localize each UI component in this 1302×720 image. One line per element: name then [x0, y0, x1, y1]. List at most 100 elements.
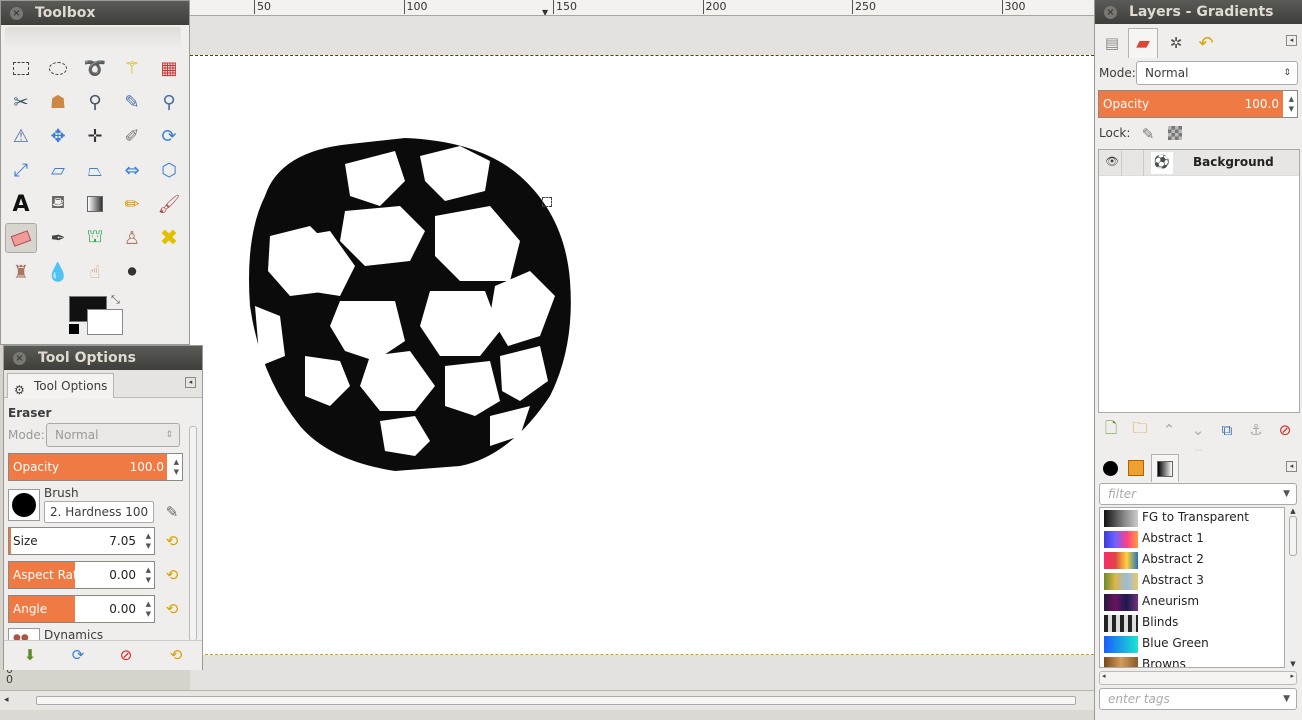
flip-icon[interactable]: ⇔ — [116, 155, 148, 185]
raise-layer-icon[interactable]: ⌃ — [1159, 420, 1179, 440]
scissors-icon[interactable]: ✂ — [5, 87, 37, 117]
airbrush-icon[interactable]: ✒ — [42, 223, 74, 253]
swap-colors-icon[interactable]: ⤡ — [111, 293, 120, 307]
spin-arrows-icon[interactable]: ▲ ▼ — [174, 457, 179, 477]
opacity-slider[interactable]: Opacity 100.0 ▲ ▼ — [8, 453, 183, 481]
anchor-layer-icon[interactable]: ⚓ — [1246, 420, 1266, 440]
default-colors-icon[interactable] — [69, 324, 79, 334]
tab-menu-icon[interactable]: ◂ — [1286, 35, 1297, 46]
smudge-icon[interactable]: ☝ — [79, 257, 111, 287]
edit-brush-icon[interactable]: ✎ — [162, 502, 182, 522]
gradient-item[interactable]: Blue Green — [1100, 634, 1284, 655]
gradient-item[interactable]: Abstract 2 — [1100, 550, 1284, 571]
restore-preset-icon[interactable]: ⟳ — [68, 645, 88, 665]
color-picker-icon[interactable]: ✎ — [116, 87, 148, 117]
reset-size-icon[interactable]: ⟲ — [162, 531, 182, 551]
delete-layer-icon[interactable]: ⊘ — [1275, 420, 1295, 440]
ink-icon[interactable]: ⛫ — [79, 223, 111, 253]
perspective-clone-icon[interactable]: ♜ — [5, 257, 37, 287]
brush-name-field[interactable]: 2. Hardness 100 — [44, 501, 154, 523]
blend-icon[interactable] — [79, 189, 111, 219]
zoom-icon[interactable]: ⚲ — [153, 87, 185, 117]
measure-icon[interactable]: ⚠ — [5, 121, 37, 151]
lock-alpha-icon[interactable] — [1168, 126, 1182, 140]
fuzzy-select-icon[interactable]: ⚚ — [116, 53, 148, 83]
ellipse-select-icon[interactable] — [42, 53, 74, 83]
eraser-icon[interactable] — [5, 223, 37, 253]
layers-list[interactable]: 👁 ⚽ Background — [1098, 149, 1300, 413]
gradient-tags-input[interactable]: enter tags ▼ — [1099, 688, 1297, 710]
color-select-icon[interactable]: ▦ — [153, 53, 185, 83]
paintbrush-icon[interactable]: 🖌 — [153, 189, 185, 219]
shear-icon[interactable]: ▱ — [42, 155, 74, 185]
gradient-item[interactable]: Abstract 3 — [1100, 571, 1284, 592]
gradients-tab-icon[interactable] — [1151, 454, 1179, 482]
save-preset-icon[interactable]: ⬇ — [20, 645, 40, 665]
rotate-icon[interactable]: ⟳ — [153, 121, 185, 151]
undo-history-tab-icon[interactable]: ↶ — [1193, 31, 1219, 55]
gradients-scrollbar[interactable]: ▲ ▼ — [1287, 507, 1299, 668]
layer-row[interactable]: 👁 ⚽ Background — [1099, 150, 1299, 176]
text-tool-icon[interactable]: A — [5, 189, 37, 219]
angle-slider[interactable]: Angle 0.00 ▲ ▼ — [8, 595, 155, 623]
size-slider[interactable]: Size 7.05 ▲ ▼ — [8, 527, 155, 555]
crop-icon[interactable]: ✐ — [116, 121, 148, 151]
scale-icon[interactable]: ⤢ — [5, 155, 37, 185]
move-icon[interactable]: ✥ — [42, 121, 74, 151]
gradients-list[interactable]: FG to Transparent Abstract 1 Abstract 2 Abs… — [1099, 507, 1285, 668]
image-canvas[interactable] — [190, 55, 1094, 655]
eye-icon[interactable]: 👁 — [1105, 155, 1119, 168]
gradient-item[interactable]: FG to Transparent — [1100, 508, 1284, 529]
clone-icon[interactable]: ♙ — [116, 223, 148, 253]
channels-tab-icon[interactable]: ▰ — [1128, 28, 1158, 58]
align-icon[interactable]: ✛ — [79, 121, 111, 151]
gradients-hscrollbar[interactable]: ◂ ▸ — [1099, 671, 1297, 685]
cage-transform-icon[interactable]: ⬡ — [153, 155, 185, 185]
layer-mode-select[interactable]: Normal ⇕ — [1136, 61, 1298, 85]
foreground-select-icon[interactable]: ☗ — [42, 87, 74, 117]
heal-icon[interactable]: ✖ — [153, 223, 185, 253]
layer-name[interactable]: Background — [1193, 155, 1274, 169]
pencil-icon[interactable]: ✏ — [116, 189, 148, 219]
layer-opacity-slider[interactable]: Opacity 100.0 ▲ ▼ — [1098, 90, 1298, 118]
free-select-icon[interactable]: ➰ — [79, 53, 111, 83]
dodge-burn-icon[interactable]: ⚫ — [116, 257, 148, 287]
rect-select-icon[interactable] — [5, 53, 37, 83]
aspect-ratio-slider[interactable]: Aspect Ratio 0.00 ▲ ▼ — [8, 561, 155, 589]
spin-arrows-icon[interactable]: ▲ ▼ — [146, 531, 151, 551]
gradient-filter-input[interactable]: filter ▼ — [1099, 483, 1297, 505]
tab-menu-icon[interactable]: ◂ — [185, 377, 196, 388]
reset-options-icon[interactable]: ⟲ — [166, 645, 186, 665]
canvas-area[interactable]: 50100150200250300350400450500550600▼ 0 0 — [0, 0, 1094, 720]
toolbox-titlebar[interactable]: × Toolbox — [1, 1, 189, 25]
spin-arrows-icon[interactable]: ▲ ▼ — [146, 565, 151, 585]
close-icon[interactable]: × — [10, 7, 23, 20]
close-icon[interactable]: × — [13, 352, 26, 365]
brush-preview[interactable] — [8, 489, 40, 521]
patterns-tab-icon[interactable] — [1125, 457, 1147, 479]
tab-menu-icon[interactable]: ◂ — [1286, 461, 1297, 472]
lock-pixels-icon[interactable]: ✎ — [1138, 124, 1158, 144]
spin-arrows-icon[interactable]: ▲ ▼ — [146, 599, 151, 619]
horizontal-ruler[interactable]: 50100150200250300350400450500550600▼ — [190, 0, 1094, 16]
delete-preset-icon[interactable]: ⊘ — [116, 645, 136, 665]
scroll-right-arrow-icon[interactable]: ▸ — [1290, 672, 1294, 680]
gradient-item[interactable]: Abstract 1 — [1100, 529, 1284, 550]
spin-arrows-icon[interactable]: ▲ ▼ — [1289, 94, 1294, 114]
paths-icon[interactable]: ⚲ — [79, 87, 111, 117]
mode-select[interactable]: Normal ⇕ — [46, 423, 180, 447]
lower-layer-icon[interactable]: ⌄ — [1188, 420, 1208, 440]
bucket-fill-icon[interactable]: ⛾ — [42, 189, 74, 219]
tool-options-scrollbar[interactable] — [189, 426, 197, 641]
perspective-icon[interactable]: ⏢ — [79, 155, 111, 185]
reset-aspect-icon[interactable]: ⟲ — [162, 565, 182, 585]
close-icon[interactable]: × — [1104, 6, 1117, 19]
gradient-item[interactable]: Browns — [1100, 655, 1284, 667]
brushes-tab-icon[interactable] — [1099, 457, 1121, 479]
gradient-item[interactable]: Blinds — [1100, 613, 1284, 634]
scrollbar-thumb[interactable] — [36, 696, 1076, 705]
horizontal-scrollbar[interactable]: ◂ — [0, 690, 1094, 710]
blur-icon[interactable]: 💧 — [42, 257, 74, 287]
scroll-left-arrow-icon[interactable]: ◂ — [4, 695, 9, 705]
layers-tab-icon[interactable]: ▤ — [1099, 31, 1125, 55]
